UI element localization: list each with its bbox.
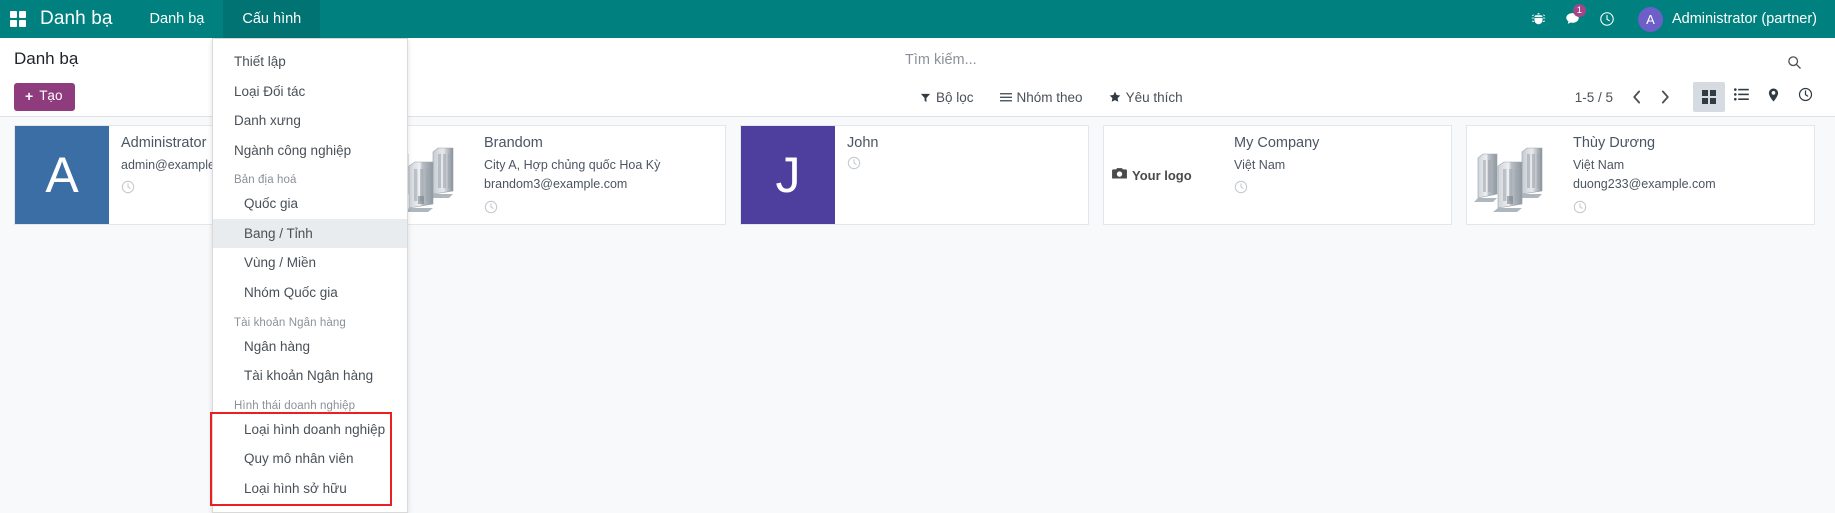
search-view[interactable] [905,52,1805,69]
camera-icon [1112,167,1127,183]
group-by-lines-icon [1000,92,1012,103]
card-detail-line: duong233@example.com [1573,175,1804,194]
dropdown-section-header: Bản địa hoá [213,165,407,189]
apps-grid-icon[interactable] [0,0,36,38]
card-title: Brandom [484,135,715,151]
list-icon [1734,88,1749,106]
dropdown-menu-item[interactable]: Bang / Tỉnh [213,219,407,249]
dropdown-menu-item[interactable]: Ngân hàng [213,332,407,362]
filters-button[interactable]: Bộ lọc [920,90,974,105]
company-buildings-icon [1467,126,1561,224]
dropdown-menu-item[interactable]: Quy mô nhân viên [213,444,407,474]
card-body: Brandom City A, Hợp chủng quốc Hoa Kỳbra… [472,126,725,224]
user-menu[interactable]: A Administrator (partner) [1624,7,1823,32]
kanban-card[interactable]: Brandom City A, Hợp chủng quốc Hoa Kỳbra… [377,125,726,225]
dropdown-section-header: Tài khoản Ngân hàng [213,308,407,332]
dropdown-menu-item[interactable]: Loại hình doanh nghiệp [213,415,407,445]
star-icon [1109,91,1121,103]
search-options-group: Bộ lọc Nhóm theo Yêu thí [920,90,1183,105]
pager-count[interactable]: 1-5 / 5 [1575,90,1623,105]
card-body: Thùy Dương Việt Namduong233@example.com [1561,126,1814,224]
create-button-label: Tạo [39,88,62,104]
pager-and-views: 1-5 / 5 [1575,82,1821,112]
clock-icon [1798,87,1813,107]
avatar-letter: A [15,126,109,224]
avatar: A [1638,7,1663,32]
card-title: Thùy Dương [1573,135,1804,151]
kanban-card[interactable]: J John [740,125,1089,225]
logo-placeholder: Your logo [1104,126,1222,224]
configuration-dropdown-menu: Thiết lậpLoại Đối tácDanh xưngNgành công… [212,38,408,513]
view-activity-button[interactable] [1789,82,1821,112]
nav-menu-configuration[interactable]: Cấu hình [223,0,320,38]
top-navbar: Danh bạ Danh bạ Cấu hình 1 [0,0,1835,38]
dropdown-menu-item[interactable]: Thiết lập [213,47,407,77]
navbar-right-group: 1 A Administrator (partner) [1522,0,1835,38]
map-pin-icon [1768,88,1779,107]
view-list-button[interactable] [1725,82,1757,112]
card-detail-line: City A, Hợp chủng quốc Hoa Kỳ [484,156,715,175]
card-title: John [847,135,1078,151]
bug-icon[interactable] [1522,0,1556,38]
app-brand-title[interactable]: Danh bạ [36,8,131,30]
apps-grid-glyph [10,11,27,28]
view-switcher [1693,82,1821,112]
nav-menu-contacts[interactable]: Danh bạ [131,0,224,38]
chat-bubble-icon[interactable]: 1 [1556,0,1590,38]
dropdown-menu-item[interactable]: Ngành công nghiệp [213,136,407,166]
card-title: My Company [1234,135,1441,151]
plus-icon: + [25,88,33,105]
dropdown-menu-item[interactable]: Tài khoản Ngân hàng [213,361,407,391]
logo-placeholder-label: Your logo [1132,168,1192,183]
card-body: My Company Việt Nam [1222,126,1451,224]
dropdown-section-header: Hình thái doanh nghiệp [213,391,407,415]
dropdown-menu-item[interactable]: Loại hình sở hữu [213,474,407,504]
clock-icon[interactable] [1590,0,1624,38]
filter-funnel-icon [920,92,931,103]
kanban-card[interactable]: Thùy Dương Việt Namduong233@example.com [1466,125,1815,225]
pager-next-button[interactable] [1651,83,1679,111]
favorites-button-label: Yêu thích [1126,90,1183,105]
activity-clock-icon[interactable] [121,180,135,194]
dropdown-menu-item[interactable]: Vùng / Miền [213,248,407,278]
activity-clock-icon[interactable] [1234,180,1248,194]
dropdown-menu-item[interactable]: Loại Đối tác [213,77,407,107]
view-map-button[interactable] [1757,82,1789,112]
activity-clock-icon[interactable] [484,200,498,214]
card-body: John [835,126,1088,224]
user-name-label: Administrator (partner) [1672,11,1817,27]
activity-clock-icon[interactable] [1573,200,1587,214]
filters-button-label: Bộ lọc [936,90,974,105]
card-detail-line: Việt Nam [1573,156,1804,175]
dropdown-menu-item[interactable]: Danh xưng [213,106,407,136]
dropdown-menu-item[interactable]: Quốc gia [213,189,407,219]
view-kanban-button[interactable] [1693,82,1725,112]
card-detail-line: Việt Nam [1234,156,1441,175]
search-icon[interactable] [1783,51,1805,73]
kanban-icon [1702,90,1716,104]
kanban-card[interactable]: Your logo My Company Việt Nam [1103,125,1452,225]
chat-unread-badge: 1 [1573,4,1586,17]
dropdown-menu-item[interactable]: Nhóm Quốc gia [213,278,407,308]
favorites-button[interactable]: Yêu thích [1109,90,1183,105]
group-by-button-label: Nhóm theo [1017,90,1083,105]
search-input[interactable] [905,52,1805,68]
group-by-button[interactable]: Nhóm theo [1000,90,1083,105]
create-button[interactable]: + Tạo [14,83,75,111]
pager-previous-button[interactable] [1623,83,1651,111]
avatar-letter: J [741,126,835,224]
activity-clock-icon[interactable] [847,156,861,170]
breadcrumb: Danh bạ [14,49,78,69]
card-detail-line: brandom3@example.com [484,175,715,194]
